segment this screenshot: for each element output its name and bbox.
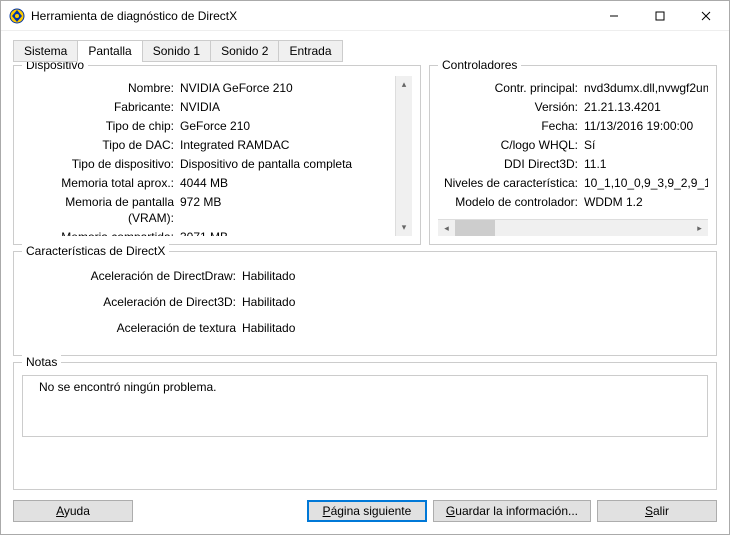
drivers-hscrollbar[interactable]: ◂ ▸ [438, 219, 708, 236]
device-name-label: Nombre: [22, 80, 180, 96]
tab-sonido1[interactable]: Sonido 1 [142, 40, 211, 62]
tab-entrada[interactable]: Entrada [278, 40, 342, 62]
window-controls [591, 1, 729, 31]
save-info-button[interactable]: Guardar la información... [433, 500, 591, 522]
device-chip-label: Tipo de chip: [22, 118, 180, 134]
features-texture-value: Habilitado [242, 320, 708, 336]
drivers-whql-value: Sí [584, 137, 708, 153]
device-type-value: Dispositivo de pantalla completa [180, 156, 395, 172]
button-row: Ayuda Página siguiente Guardar la inform… [13, 496, 717, 522]
device-name-value: NVIDIA GeForce 210 [180, 80, 395, 96]
device-chip-value: GeForce 210 [180, 118, 395, 134]
features-texture-label: Aceleración de textura [42, 320, 242, 336]
notes-text[interactable]: No se encontró ningún problema. [22, 375, 708, 437]
drivers-list: Contr. principal:nvd3dumx.dll,nvwgf2umx.… [438, 76, 708, 217]
features-ddraw-label: Aceleración de DirectDraw: [42, 268, 242, 284]
drivers-date-value: 11/13/2016 19:00:00 [584, 118, 708, 134]
drivers-main-value: nvd3dumx.dll,nvwgf2umx.dll [584, 80, 708, 96]
drivers-feature-value: 10_1,10_0,9_3,9_2,9_1 [584, 175, 708, 191]
device-dac-label: Tipo de DAC: [22, 137, 180, 153]
dxdiag-icon [9, 8, 25, 24]
drivers-version-label: Versión: [438, 99, 584, 115]
features-group: Características de DirectX Aceleración d… [13, 251, 717, 356]
notes-legend: Notas [22, 355, 61, 369]
device-manufacturer-value: NVIDIA [180, 99, 395, 115]
tab-sonido2[interactable]: Sonido 2 [210, 40, 279, 62]
drivers-model-value: WDDM 1.2 [584, 194, 708, 210]
scroll-right-icon[interactable]: ▸ [691, 220, 708, 236]
device-totalmem-value: 4044 MB [180, 175, 395, 191]
next-page-button[interactable]: Página siguiente [307, 500, 427, 522]
drivers-model-label: Modelo de controlador: [438, 194, 584, 210]
device-list: Nombre:NVIDIA GeForce 210 Fabricante:NVI… [22, 76, 395, 236]
device-vram-value: 972 MB [180, 194, 395, 210]
device-shared-label: Memoria compartida: [22, 229, 180, 236]
features-ddraw-value: Habilitado [242, 268, 708, 284]
drivers-ddi-label: DDI Direct3D: [438, 156, 584, 172]
device-shared-value: 3071 MB [180, 229, 395, 236]
drivers-date-label: Fecha: [438, 118, 584, 134]
device-type-label: Tipo de dispositivo: [22, 156, 180, 172]
tab-panel-pantalla: Dispositivo Nombre:NVIDIA GeForce 210 Fa… [13, 65, 717, 522]
drivers-whql-label: C/logo WHQL: [438, 137, 584, 153]
titlebar: Herramienta de diagnóstico de DirectX [1, 1, 729, 31]
device-manufacturer-label: Fabricante: [22, 99, 180, 115]
tab-strip: Sistema Pantalla Sonido 1 Sonido 2 Entra… [13, 40, 717, 62]
exit-button[interactable]: Salir [597, 500, 717, 522]
device-totalmem-label: Memoria total aprox.: [22, 175, 180, 191]
notes-group: Notas No se encontró ningún problema. [13, 362, 717, 490]
features-list: Aceleración de DirectDraw:Habilitado Ace… [22, 262, 708, 336]
scroll-thumb[interactable] [455, 220, 495, 236]
scroll-down-icon[interactable]: ▾ [396, 219, 412, 236]
device-scrollbar[interactable]: ▴ ▾ [395, 76, 412, 236]
drivers-main-label: Contr. principal: [438, 80, 584, 96]
content-area: Sistema Pantalla Sonido 1 Sonido 2 Entra… [1, 31, 729, 534]
maximize-button[interactable] [637, 1, 683, 31]
device-vram-label: Memoria de pantalla (VRAM): [22, 194, 180, 226]
drivers-ddi-value: 11.1 [584, 156, 708, 172]
drivers-version-value: 21.21.13.4201 [584, 99, 708, 115]
drivers-group: Controladores Contr. principal:nvd3dumx.… [429, 65, 717, 245]
window-title: Herramienta de diagnóstico de DirectX [31, 9, 591, 23]
window: Herramienta de diagnóstico de DirectX Si… [0, 0, 730, 535]
tab-sistema[interactable]: Sistema [13, 40, 78, 62]
minimize-button[interactable] [591, 1, 637, 31]
device-dac-value: Integrated RAMDAC [180, 137, 395, 153]
drivers-feature-label: Niveles de característica: [438, 175, 584, 191]
features-legend: Características de DirectX [22, 244, 169, 258]
features-d3d-label: Aceleración de Direct3D: [42, 294, 242, 310]
features-d3d-value: Habilitado [242, 294, 708, 310]
close-button[interactable] [683, 1, 729, 31]
scroll-track[interactable] [495, 220, 691, 236]
help-button[interactable]: Ayuda [13, 500, 133, 522]
tab-pantalla[interactable]: Pantalla [77, 40, 142, 62]
scroll-left-icon[interactable]: ◂ [438, 220, 455, 236]
scroll-up-icon[interactable]: ▴ [396, 76, 412, 93]
device-group: Dispositivo Nombre:NVIDIA GeForce 210 Fa… [13, 65, 421, 245]
